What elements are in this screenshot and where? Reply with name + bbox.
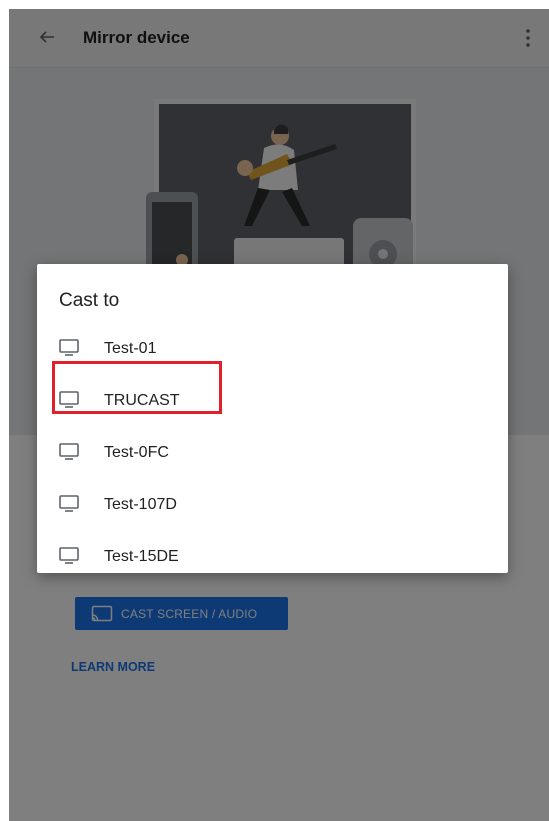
tv-icon <box>59 547 79 564</box>
device-name: Test-0FC <box>104 444 169 461</box>
tv-icon <box>59 339 79 356</box>
device-item-test-15de[interactable]: Test-15DE <box>37 532 508 584</box>
device-name: Test-15DE <box>104 548 179 565</box>
device-name: Test-107D <box>104 496 177 513</box>
device-item-test-107d[interactable]: Test-107D <box>37 480 508 532</box>
cast-to-dialog: Cast to Test-01 TRUCAST Test-0FC Test-10… <box>37 264 508 573</box>
app-window: Mirror device <box>9 9 549 821</box>
device-item-test-0fc[interactable]: Test-0FC <box>37 428 508 480</box>
trucast-highlight-box <box>52 361 222 414</box>
tv-icon <box>59 443 79 460</box>
dialog-title: Cast to <box>59 290 120 311</box>
tv-icon <box>59 495 79 512</box>
device-name: Test-01 <box>104 340 157 357</box>
